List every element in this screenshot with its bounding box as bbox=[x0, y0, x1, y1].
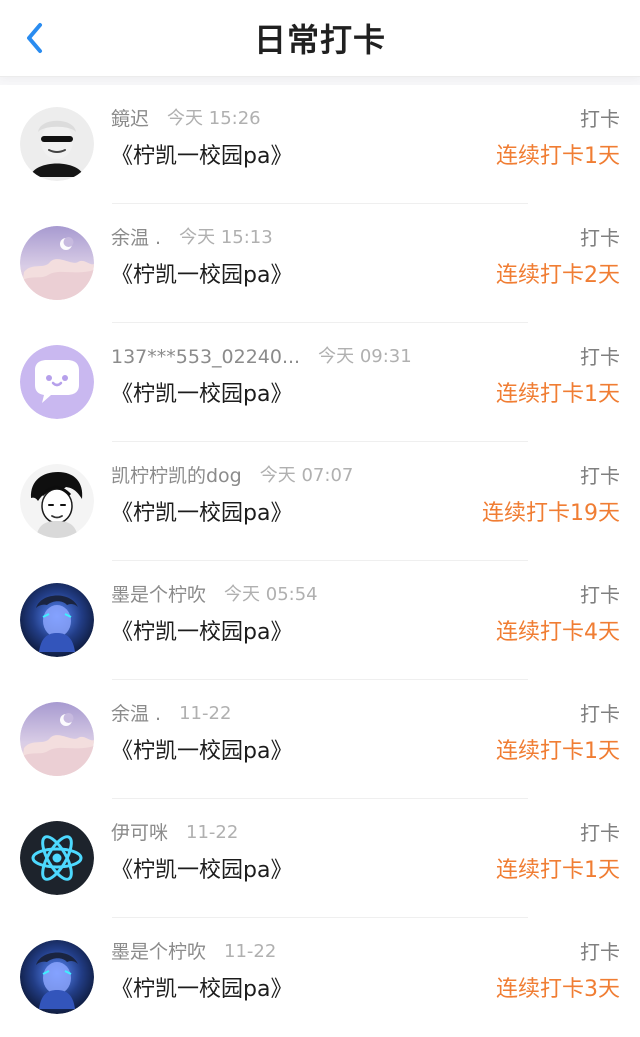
item-actions: 打卡 连续打卡3天 bbox=[496, 940, 620, 1004]
checkin-content[interactable]: 《柠凯一校园pa》 bbox=[111, 262, 500, 290]
item-meta: 墨是个柠吹 今天 05:54 《柠凯一校园pa》 bbox=[111, 583, 500, 647]
streak-text: 连续打卡3天 bbox=[496, 977, 620, 1002]
dark-blue-anime-avatar-icon bbox=[20, 583, 94, 657]
user-avatar[interactable] bbox=[20, 107, 94, 181]
meta-top: 鏡迟 今天 15:26 bbox=[111, 107, 500, 131]
user-name[interactable]: 伊可咪 bbox=[111, 821, 168, 845]
user-avatar[interactable] bbox=[20, 464, 94, 538]
timestamp: 11-22 bbox=[179, 703, 232, 724]
timestamp: 11-22 bbox=[186, 822, 239, 843]
streak-text: 连续打卡1天 bbox=[496, 144, 620, 169]
meta-top: 伊可咪 11-22 bbox=[111, 821, 500, 845]
item-actions: 打卡 连续打卡1天 bbox=[496, 107, 620, 171]
meta-top: 墨是个柠吹 今天 05:54 bbox=[111, 583, 500, 607]
user-name[interactable]: 墨是个柠吹 bbox=[111, 583, 206, 607]
streak-text: 连续打卡2天 bbox=[496, 263, 620, 288]
user-name[interactable]: 墨是个柠吹 bbox=[111, 940, 206, 964]
user-avatar[interactable] bbox=[20, 345, 94, 419]
item-actions: 打卡 连续打卡1天 bbox=[496, 345, 620, 409]
timestamp: 今天 07:07 bbox=[259, 465, 354, 486]
item-actions: 打卡 连续打卡1天 bbox=[496, 702, 620, 766]
checkin-button[interactable]: 打卡 bbox=[496, 345, 620, 369]
list-item[interactable]: 墨是个柠吹 今天 05:54 《柠凯一校园pa》 打卡 连续打卡4天 bbox=[0, 561, 640, 680]
checkin-content[interactable]: 《柠凯一校园pa》 bbox=[111, 143, 500, 171]
streak-text: 连续打卡19天 bbox=[482, 501, 620, 526]
user-name[interactable]: 余温 . bbox=[111, 226, 161, 250]
checkin-button[interactable]: 打卡 bbox=[482, 464, 620, 488]
item-meta: 137***553_02240... 今天 09:31 《柠凯一校园pa》 bbox=[111, 345, 500, 409]
dark-blue-anime-avatar-icon bbox=[20, 940, 94, 1014]
header: 日常打卡 bbox=[0, 0, 640, 77]
checkin-button[interactable]: 打卡 bbox=[496, 583, 620, 607]
meta-top: 137***553_02240... 今天 09:31 bbox=[111, 345, 500, 369]
checkin-content[interactable]: 《柠凯一校园pa》 bbox=[111, 976, 500, 1004]
checkin-content[interactable]: 《柠凯一校园pa》 bbox=[111, 500, 500, 528]
item-actions: 打卡 连续打卡1天 bbox=[496, 821, 620, 885]
item-meta: 鏡迟 今天 15:26 《柠凯一校园pa》 bbox=[111, 107, 500, 171]
checkin-content[interactable]: 《柠凯一校园pa》 bbox=[111, 619, 500, 647]
checkin-content[interactable]: 《柠凯一校园pa》 bbox=[111, 738, 500, 766]
item-meta: 余温 . 11-22 《柠凯一校园pa》 bbox=[111, 702, 500, 766]
user-avatar[interactable] bbox=[20, 226, 94, 300]
page-title: 日常打卡 bbox=[253, 21, 386, 59]
list-item[interactable]: 凯柠柠凯的dog 今天 07:07 《柠凯一校园pa》 打卡 连续打卡19天 bbox=[0, 442, 640, 561]
list-item[interactable]: 余温 . 今天 15:13 《柠凯一校园pa》 打卡 连续打卡2天 bbox=[0, 204, 640, 323]
user-name[interactable]: 余温 . bbox=[111, 702, 161, 726]
chat-bubble-avatar-icon bbox=[20, 345, 94, 419]
checkin-button[interactable]: 打卡 bbox=[496, 226, 620, 250]
user-avatar[interactable] bbox=[20, 821, 94, 895]
item-meta: 凯柠柠凯的dog 今天 07:07 《柠凯一校园pa》 bbox=[111, 464, 500, 528]
streak-text: 连续打卡1天 bbox=[496, 858, 620, 883]
meta-top: 余温 . 今天 15:13 bbox=[111, 226, 500, 250]
streak-text: 连续打卡4天 bbox=[496, 620, 620, 645]
list-item[interactable]: 137***553_02240... 今天 09:31 《柠凯一校园pa》 打卡… bbox=[0, 323, 640, 442]
timestamp: 今天 15:26 bbox=[167, 108, 261, 129]
timestamp: 今天 15:13 bbox=[179, 227, 273, 248]
user-name[interactable]: 凯柠柠凯的dog bbox=[111, 464, 242, 488]
item-meta: 伊可咪 11-22 《柠凯一校园pa》 bbox=[111, 821, 500, 885]
page: 日常打卡 鏡迟 今天 15:26 《柠凯一校园pa》 打卡 连续打卡1天 余温 … bbox=[0, 0, 640, 1037]
checkin-content[interactable]: 《柠凯一校园pa》 bbox=[111, 381, 500, 409]
list-item[interactable]: 墨是个柠吹 11-22 《柠凯一校园pa》 打卡 连续打卡3天 bbox=[0, 918, 640, 1037]
moon-sky-avatar-icon bbox=[20, 226, 94, 300]
checkin-button[interactable]: 打卡 bbox=[496, 107, 620, 131]
user-avatar[interactable] bbox=[20, 583, 94, 657]
timestamp: 今天 05:54 bbox=[224, 584, 318, 605]
item-meta: 墨是个柠吹 11-22 《柠凯一校园pa》 bbox=[111, 940, 500, 1004]
item-actions: 打卡 连续打卡19天 bbox=[482, 464, 620, 528]
list-item[interactable]: 伊可咪 11-22 《柠凯一校园pa》 打卡 连续打卡1天 bbox=[0, 799, 640, 918]
streak-text: 连续打卡1天 bbox=[496, 382, 620, 407]
timestamp: 今天 09:31 bbox=[318, 346, 412, 367]
item-actions: 打卡 连续打卡2天 bbox=[496, 226, 620, 290]
list-item[interactable]: 余温 . 11-22 《柠凯一校园pa》 打卡 连续打卡1天 bbox=[0, 680, 640, 799]
checkin-list: 鏡迟 今天 15:26 《柠凯一校园pa》 打卡 连续打卡1天 余温 . 今天 … bbox=[0, 85, 640, 1037]
checkin-button[interactable]: 打卡 bbox=[496, 702, 620, 726]
checkin-button[interactable]: 打卡 bbox=[496, 821, 620, 845]
user-name[interactable]: 鏡迟 bbox=[111, 107, 149, 131]
streak-text: 连续打卡1天 bbox=[496, 739, 620, 764]
black-hair-sketch-avatar-icon bbox=[20, 464, 94, 538]
user-avatar[interactable] bbox=[20, 702, 94, 776]
anime-white-hair-avatar-icon bbox=[20, 107, 94, 181]
list-item[interactable]: 鏡迟 今天 15:26 《柠凯一校园pa》 打卡 连续打卡1天 bbox=[0, 85, 640, 204]
user-name[interactable]: 137***553_02240... bbox=[111, 345, 300, 369]
meta-top: 墨是个柠吹 11-22 bbox=[111, 940, 500, 964]
atom-avatar-icon bbox=[20, 821, 94, 895]
checkin-content[interactable]: 《柠凯一校园pa》 bbox=[111, 857, 500, 885]
item-meta: 余温 . 今天 15:13 《柠凯一校园pa》 bbox=[111, 226, 500, 290]
timestamp: 11-22 bbox=[224, 941, 277, 962]
moon-sky-avatar-icon bbox=[20, 702, 94, 776]
checkin-button[interactable]: 打卡 bbox=[496, 940, 620, 964]
meta-top: 凯柠柠凯的dog 今天 07:07 bbox=[111, 464, 500, 488]
user-avatar[interactable] bbox=[20, 940, 94, 1014]
meta-top: 余温 . 11-22 bbox=[111, 702, 500, 726]
item-actions: 打卡 连续打卡4天 bbox=[496, 583, 620, 647]
